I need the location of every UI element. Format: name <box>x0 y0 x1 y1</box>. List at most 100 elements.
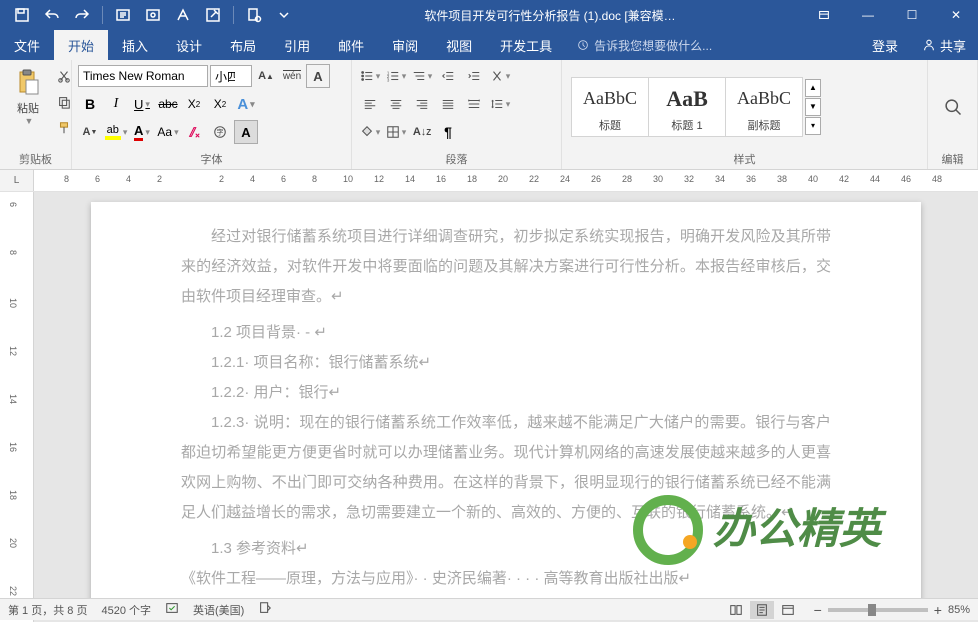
tab-references[interactable]: 引用 <box>270 30 324 60</box>
paste-button[interactable]: 粘贴 ▼ <box>6 64 50 128</box>
undo-icon[interactable] <box>38 1 66 29</box>
paragraph-group-label: 段落 <box>358 149 555 167</box>
zoom-slider[interactable] <box>828 608 928 612</box>
gallery-down-icon[interactable]: ▼ <box>805 98 821 116</box>
gallery-more-icon[interactable]: ▾ <box>805 117 821 135</box>
align-right-icon[interactable] <box>410 92 434 116</box>
gallery-up-icon[interactable]: ▲ <box>805 79 821 97</box>
shading-icon[interactable]: ▾ <box>358 120 382 144</box>
zoom-out-icon[interactable]: − <box>814 602 822 618</box>
status-wordcount[interactable]: 4520 个字 <box>101 602 151 618</box>
zoom-in-icon[interactable]: + <box>934 602 942 618</box>
character-shading-icon[interactable]: A <box>234 120 258 144</box>
tab-file[interactable]: 文件 <box>0 30 54 60</box>
style-subtitle[interactable]: AaBbC 副标题 <box>725 77 803 137</box>
horizontal-ruler[interactable]: 8642246810121416182022242628303234363840… <box>34 170 978 191</box>
qat-btn-5[interactable] <box>139 1 167 29</box>
align-center-icon[interactable] <box>384 92 408 116</box>
tab-design[interactable]: 设计 <box>162 30 216 60</box>
document-page: 经过对银行储蓄系统项目进行详细调查研究，初步拟定系统实现报告，明确开发风险及其所… <box>91 202 921 612</box>
tab-mailings[interactable]: 邮件 <box>324 30 378 60</box>
view-read-mode-icon[interactable] <box>724 601 748 619</box>
document-viewport[interactable]: 经过对银行储蓄系统项目进行详细调查研究，初步拟定系统实现报告，明确开发风险及其所… <box>34 192 978 622</box>
character-border-icon[interactable]: A <box>306 64 330 88</box>
font-name-select[interactable] <box>78 65 208 87</box>
qat-btn-4[interactable] <box>109 1 137 29</box>
doc-paragraph[interactable]: 《软件工程——原理，方法与应用》· · 史济民编著· · · · 高等教育出版社… <box>181 564 831 594</box>
doc-heading[interactable]: 1.3 参考资料↵ <box>181 534 831 564</box>
highlight-icon[interactable]: ab▾ <box>104 120 128 144</box>
ribbon-display-icon[interactable] <box>802 0 846 30</box>
numbering-icon[interactable]: 123▾ <box>384 64 408 88</box>
view-print-layout-icon[interactable] <box>750 601 774 619</box>
multilevel-list-icon[interactable]: ▾ <box>410 64 434 88</box>
find-button[interactable] <box>937 95 969 119</box>
status-language[interactable]: 英语(美国) <box>193 602 244 618</box>
underline-icon[interactable]: U▾ <box>130 92 154 116</box>
qat-btn-6[interactable] <box>169 1 197 29</box>
bold-icon[interactable]: B <box>78 92 102 116</box>
show-marks-icon[interactable]: ¶ <box>436 120 460 144</box>
decrease-indent-icon[interactable] <box>436 64 460 88</box>
tell-me-search[interactable]: 告诉我您想要做什么... <box>566 30 722 60</box>
style-heading1[interactable]: AaB 标题 1 <box>648 77 726 137</box>
qat-more-icon[interactable] <box>270 1 298 29</box>
vertical-ruler[interactable]: 6810121416182022 <box>0 192 34 622</box>
enclose-characters-icon[interactable]: 字 <box>208 120 232 144</box>
tab-selector[interactable]: L <box>0 170 34 191</box>
style-title[interactable]: AaBbC 标题 <box>571 77 649 137</box>
zoom-level[interactable]: 85% <box>948 604 970 616</box>
strikethrough-icon[interactable]: abc <box>156 92 180 116</box>
minimize-icon[interactable]: — <box>846 0 890 30</box>
doc-paragraph[interactable]: 1.2.2· 用户：银行↵ <box>181 378 831 408</box>
subscript-icon[interactable]: X2 <box>182 92 206 116</box>
doc-paragraph[interactable]: 经过对银行储蓄系统项目进行详细调查研究，初步拟定系统实现报告，明确开发风险及其所… <box>181 222 831 312</box>
tab-view[interactable]: 视图 <box>432 30 486 60</box>
login-button[interactable]: 登录 <box>860 36 910 55</box>
change-case-icon[interactable]: Aa▾ <box>156 120 180 144</box>
share-label: 共享 <box>940 36 966 55</box>
shrink-font-icon[interactable]: A▼ <box>78 120 102 144</box>
view-web-layout-icon[interactable] <box>776 601 800 619</box>
save-icon[interactable] <box>8 1 36 29</box>
increase-indent-icon[interactable] <box>462 64 486 88</box>
print-preview-icon[interactable] <box>240 1 268 29</box>
share-button[interactable]: 共享 <box>910 36 978 55</box>
superscript-icon[interactable]: X2 <box>208 92 232 116</box>
asian-layout-icon[interactable]: ▾ <box>488 64 512 88</box>
distributed-icon[interactable] <box>462 92 486 116</box>
phonetic-guide-icon[interactable]: wén <box>280 64 304 88</box>
font-size-select[interactable] <box>210 65 252 87</box>
line-spacing-icon[interactable]: ▾ <box>488 92 512 116</box>
style-label: 副标题 <box>748 117 781 133</box>
tab-developer[interactable]: 开发工具 <box>486 30 566 60</box>
maximize-icon[interactable]: ☐ <box>890 0 934 30</box>
sort-icon[interactable]: A↓Z <box>410 120 434 144</box>
bullets-icon[interactable]: ▾ <box>358 64 382 88</box>
italic-icon[interactable]: I <box>104 92 128 116</box>
tab-insert[interactable]: 插入 <box>108 30 162 60</box>
tab-home[interactable]: 开始 <box>54 30 108 60</box>
status-page[interactable]: 第 1 页，共 8 页 <box>8 602 87 618</box>
doc-paragraph[interactable]: 1.2.1· 项目名称：银行储蓄系统↵ <box>181 348 831 378</box>
justify-icon[interactable] <box>436 92 460 116</box>
doc-heading[interactable]: 1.2 项目背景· - ↵ <box>181 318 831 348</box>
font-group-label: 字体 <box>78 149 345 167</box>
tab-layout[interactable]: 布局 <box>216 30 270 60</box>
doc-paragraph[interactable]: 1.2.3· 说明：现在的银行储蓄系统工作效率低，越来越不能满足广大储户的需要。… <box>181 408 831 528</box>
clear-formatting-icon[interactable] <box>182 120 206 144</box>
status-proofing-icon[interactable] <box>165 601 179 618</box>
svg-text:字: 字 <box>217 128 224 137</box>
text-effects-icon[interactable]: A▾ <box>234 92 258 116</box>
qat-btn-7[interactable] <box>199 1 227 29</box>
status-track-changes-icon[interactable] <box>258 601 272 618</box>
borders-icon[interactable]: ▾ <box>384 120 408 144</box>
align-left-icon[interactable] <box>358 92 382 116</box>
redo-icon[interactable] <box>68 1 96 29</box>
font-color-icon[interactable]: A▾ <box>130 120 154 144</box>
close-icon[interactable]: ✕ <box>934 0 978 30</box>
grow-font-icon[interactable]: A▲ <box>254 64 278 88</box>
tab-review[interactable]: 审阅 <box>378 30 432 60</box>
editing-group-label: 编辑 <box>934 149 971 167</box>
tell-me-placeholder: 告诉我您想要做什么... <box>594 37 712 54</box>
